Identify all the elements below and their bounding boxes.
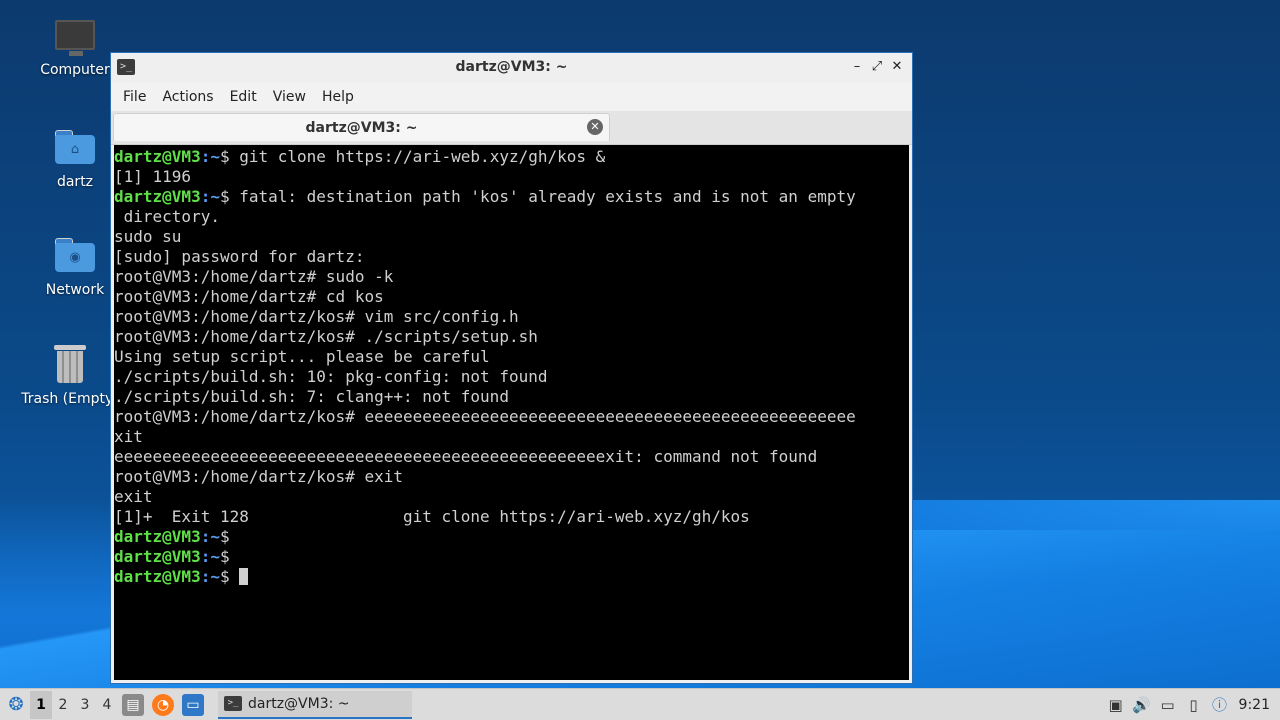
close-button[interactable]: ✕ [888, 58, 906, 76]
terminal-line: dartz@VM3:~$ [114, 547, 909, 567]
command-text: $ [219, 527, 230, 546]
command-text: $ [219, 567, 240, 586]
command-text: $ fatal: destination path 'kos' already … [219, 187, 856, 206]
prompt-user: dartz@VM3 [114, 547, 201, 566]
computer-icon [55, 20, 95, 56]
terminal-lines: dartz@VM3:~$ git clone https://ari-web.x… [114, 145, 909, 587]
terminal-line: [sudo] password for dartz: [114, 247, 365, 266]
desktop-icon-label: Trash (Empty) [21, 391, 119, 407]
terminal-line: root@VM3:/home/dartz/kos# ./scripts/setu… [114, 327, 538, 346]
terminal-line: directory. [114, 207, 220, 226]
desktop-icon-computer[interactable]: Computer [30, 20, 120, 78]
desktop-icon-label: Network [45, 282, 105, 298]
firefox-icon[interactable]: ◔ [152, 693, 174, 716]
update-notifier-icon[interactable]: ⓘ [1207, 694, 1233, 715]
terminal-line: dartz@VM3:~$ git clone https://ari-web.x… [114, 147, 909, 167]
terminal-line: dartz@VM3:~$ [114, 567, 909, 587]
workspace-1[interactable]: 1 [30, 690, 52, 719]
prompt-user: dartz@VM3 [114, 187, 201, 206]
window-titlebar[interactable]: >_ dartz@VM3: ~ – ⤢ ✕ [111, 53, 912, 82]
terminal-line: root@VM3:/home/dartz/kos# eeeeeeeeeeeeee… [114, 407, 856, 426]
taskbar: ❂ 1 2 3 4 ▤ ◔ ▭ >_ dartz@VM3: ~ ▣ 🔊 ▭ ▯ … [0, 688, 1280, 720]
window-title: dartz@VM3: ~ [455, 59, 568, 75]
menu-view[interactable]: View [265, 89, 314, 105]
terminal-line: ./scripts/build.sh: 7: clang++: not foun… [114, 387, 509, 406]
terminal-window: >_ dartz@VM3: ~ – ⤢ ✕ File Actions Edit … [110, 52, 913, 684]
terminal-line: root@VM3:/home/dartz# sudo -k [114, 267, 394, 286]
command-text: $ [219, 547, 230, 566]
terminal-line: [1] 1196 [114, 167, 192, 186]
home-folder-icon: ⌂ [55, 130, 95, 164]
file-manager-icon[interactable]: ▤ [122, 693, 144, 716]
tab-bar: dartz@VM3: ~ ✕ [111, 111, 912, 145]
desktop-icon-label: dartz [56, 174, 94, 190]
clipboard-icon[interactable]: ▣ [1103, 696, 1129, 714]
text-cursor [239, 568, 249, 585]
workspace-2[interactable]: 2 [52, 691, 74, 719]
terminal-line: root@VM3:/home/dartz# cd kos [114, 287, 384, 306]
maximize-button[interactable]: ⤢ [868, 58, 886, 76]
taskbar-task-terminal[interactable]: >_ dartz@VM3: ~ [218, 690, 412, 719]
prompt-path: :~ [200, 147, 220, 166]
terminal-line: xit [114, 427, 143, 446]
terminal-line: sudo su [114, 227, 182, 246]
workspace-4[interactable]: 4 [96, 691, 118, 719]
clock[interactable]: 9:21 [1233, 697, 1280, 713]
menu-help[interactable]: Help [314, 89, 362, 105]
prompt-path: :~ [200, 547, 220, 566]
network-icon[interactable]: ▭ [1155, 696, 1181, 714]
terminal-icon: >_ [224, 696, 242, 711]
tab-close-icon[interactable]: ✕ [587, 119, 603, 135]
terminal-line: Using setup script... please be careful [114, 347, 490, 366]
notes-icon[interactable]: ▯ [1181, 696, 1207, 714]
menu-file[interactable]: File [115, 89, 154, 105]
desktop-icon-trash[interactable]: Trash (Empty) [20, 345, 120, 407]
workspace-3[interactable]: 3 [74, 691, 96, 719]
prompt-path: :~ [200, 527, 220, 546]
show-desktop-icon[interactable]: ▭ [182, 693, 204, 716]
terminal-line: [1]+ Exit 128 git clone https://ari-web.… [114, 507, 750, 526]
menu-edit[interactable]: Edit [222, 89, 265, 105]
terminal-line: dartz@VM3:~$ [114, 527, 909, 547]
network-folder-icon: ◉ [55, 238, 95, 272]
taskbar-task-label: dartz@VM3: ~ [248, 695, 350, 712]
terminal-line: exit [114, 487, 153, 506]
system-tray: ▣ 🔊 ▭ ▯ ⓘ 9:21 [1103, 691, 1280, 719]
tab-label: dartz@VM3: ~ [305, 120, 418, 136]
volume-icon[interactable]: 🔊 [1129, 696, 1155, 714]
tab-terminal[interactable]: dartz@VM3: ~ ✕ [113, 113, 610, 141]
trash-icon [54, 345, 86, 383]
prompt-path: :~ [200, 567, 220, 586]
prompt-user: dartz@VM3 [114, 147, 201, 166]
prompt-user: dartz@VM3 [114, 527, 201, 546]
prompt-path: :~ [200, 187, 220, 206]
desktop-icon-label: Computer [40, 62, 110, 78]
terminal-output[interactable]: dartz@VM3:~$ git clone https://ari-web.x… [114, 145, 909, 680]
menu-bar: File Actions Edit View Help [111, 82, 912, 111]
desktop-icon-network[interactable]: ◉ Network [30, 238, 120, 298]
prompt-user: dartz@VM3 [114, 567, 201, 586]
minimize-button[interactable]: – [848, 58, 866, 76]
terminal-line: root@VM3:/home/dartz/kos# vim src/config… [114, 307, 519, 326]
terminal-line: dartz@VM3:~$ fatal: destination path 'ko… [114, 187, 909, 207]
desktop-icon-home[interactable]: ⌂ dartz [30, 130, 120, 190]
start-menu-icon[interactable]: ❂ [2, 691, 30, 719]
terminal-line: root@VM3:/home/dartz/kos# exit [114, 467, 403, 486]
terminal-line: eeeeeeeeeeeeeeeeeeeeeeeeeeeeeeeeeeeeeeee… [114, 447, 818, 466]
command-text: $ git clone https://ari-web.xyz/gh/kos & [219, 147, 606, 166]
terminal-line: ./scripts/build.sh: 10: pkg-config: not … [114, 367, 548, 386]
menu-actions[interactable]: Actions [154, 89, 221, 105]
